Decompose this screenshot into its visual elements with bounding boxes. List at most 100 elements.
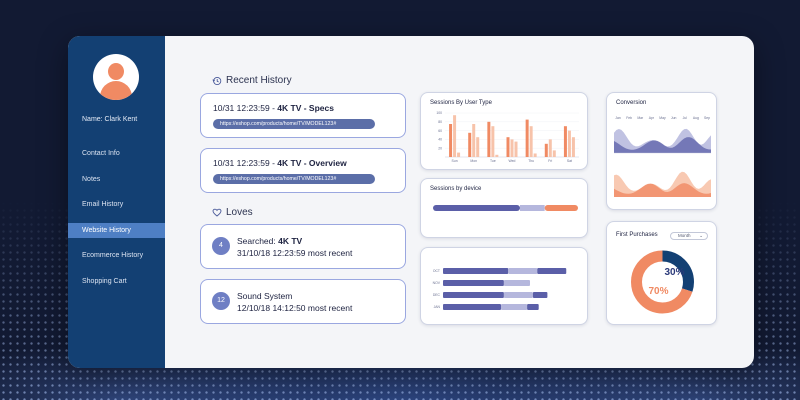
sidebar-item-shopping-cart[interactable]: Shopping Cart — [68, 274, 165, 289]
bar — [472, 124, 476, 157]
conversion-chart: Jan Feb Mar Apr May Jun Jul Aug Sep — [614, 116, 711, 197]
month-bar-segment — [443, 304, 501, 310]
history-icon — [212, 76, 222, 85]
first-purchases-panel: First Purchases Month ⌄ 30% 70% — [606, 221, 717, 325]
heart-icon — [212, 208, 222, 217]
history-url[interactable]: https://eshop.com/products/home/TV/MODEL… — [213, 119, 375, 129]
bar — [533, 153, 537, 157]
sidebar-item-notes[interactable]: Notes — [68, 172, 165, 187]
bar — [544, 143, 548, 157]
bar — [552, 150, 556, 157]
bar — [548, 139, 552, 157]
sidebar: Name: Clark Kent Contact Info Notes Emai… — [68, 36, 165, 368]
love-card[interactable]: 12 Sound System 12/10/18 14:12:50 most r… — [200, 279, 406, 324]
bar — [468, 132, 472, 157]
device-segment — [433, 205, 520, 211]
bar — [571, 137, 575, 157]
month-bar-segment — [508, 268, 538, 274]
bar — [487, 121, 491, 157]
x-tick-label: Fri — [548, 159, 552, 163]
conversion-panel: Conversion Jan Feb Mar Apr May Jun Jul Aug Sep — [606, 92, 717, 210]
device-segment — [520, 205, 545, 211]
recent-history-heading: Recent History — [212, 75, 292, 86]
bar — [529, 126, 533, 157]
x-tick-label: Sun — [452, 159, 458, 163]
x-tick-label: Feb — [626, 116, 632, 120]
y-tick-label: 20 — [438, 146, 442, 150]
donut-label: 70% — [648, 286, 668, 297]
y-tick-label: 80 — [438, 120, 442, 124]
x-tick-label: Jun — [671, 116, 677, 120]
avatar[interactable] — [93, 54, 139, 100]
love-detail: 31/10/18 12:23:59 most recent — [237, 248, 353, 258]
history-card[interactable]: 10/31 12:23:59 - 4K TV - Specs https://e… — [200, 93, 406, 138]
donut-label: 30% — [664, 267, 684, 278]
month-bar-segment — [537, 268, 567, 274]
x-tick-label: Thu — [528, 159, 534, 163]
x-tick-label: Aug — [693, 116, 699, 120]
bar — [476, 137, 480, 157]
x-tick-label: Jul — [683, 116, 688, 120]
monthly-bars-panel: OCT NOV DEC JAN — [420, 247, 588, 325]
month-bar-segment — [443, 292, 504, 298]
count-badge: 4 — [212, 237, 230, 255]
bar — [495, 154, 499, 157]
history-card[interactable]: 10/31 12:23:59 - 4K TV - Overview https:… — [200, 148, 406, 193]
y-tick-label: 40 — [438, 138, 442, 142]
x-tick-label: Wed — [509, 159, 516, 163]
x-tick-label: Sat — [567, 159, 572, 163]
sessions-by-device-chart — [433, 205, 578, 211]
bar — [514, 141, 518, 157]
sidebar-nav: Contact Info Notes Email History Website… — [68, 146, 165, 299]
sidebar-item-ecommerce-history[interactable]: Ecommerce History — [68, 248, 165, 263]
month-bar-segment — [503, 280, 530, 286]
bar — [453, 115, 457, 157]
avatar-body-icon — [100, 81, 132, 100]
y-tick-label: DEC — [433, 293, 441, 297]
y-tick-label: 100 — [436, 111, 442, 115]
bar — [457, 152, 461, 157]
x-tick-label: Mar — [637, 116, 644, 120]
bar — [506, 137, 510, 157]
x-tick-label: Apr — [649, 116, 655, 120]
user-name: Name: Clark Kent — [82, 116, 138, 123]
loves-title: Loves — [226, 207, 253, 218]
bar — [491, 126, 495, 157]
x-tick-label: Sep — [704, 116, 710, 120]
recent-history-title: Recent History — [226, 75, 292, 86]
avatar-head-icon — [108, 63, 124, 80]
app-window: Name: Clark Kent Contact Info Notes Emai… — [68, 36, 754, 368]
month-bar-segment — [527, 304, 539, 310]
love-card[interactable]: 4 Searched: 4K TV 31/10/18 12:23:59 most… — [200, 224, 406, 269]
y-tick-label: JAN — [434, 305, 441, 309]
sidebar-item-website-history[interactable]: Website History — [68, 222, 165, 238]
history-url[interactable]: https://eshop.com/products/home/TV/MODEL… — [213, 174, 375, 184]
y-tick-label: NOV — [433, 281, 441, 285]
love-detail: 12/10/18 14:12:50 most recent — [237, 303, 353, 313]
love-title: Searched: 4K TV — [237, 236, 303, 246]
bar — [563, 126, 567, 157]
x-tick-label: Jan — [615, 116, 621, 120]
sidebar-item-email-history[interactable]: Email History — [68, 197, 165, 212]
month-bar-segment — [443, 280, 504, 286]
first-purchases-chart: 30% 70% — [631, 250, 694, 314]
month-bar-segment — [501, 304, 528, 310]
sidebar-item-contact-info[interactable]: Contact Info — [68, 146, 165, 161]
sessions-by-user-type-panel: Sessions By User Type 100 80 60 40 20 Sun Mon T… — [420, 92, 588, 170]
device-segment — [544, 205, 578, 211]
month-bar-segment — [443, 268, 509, 274]
x-tick-label: May — [659, 116, 666, 120]
month-bar-segment — [503, 292, 533, 298]
sessions-by-user-type-chart: 100 80 60 40 20 Sun Mon Tue Wed Thu Fri Sat — [436, 111, 579, 163]
bar — [567, 130, 571, 157]
monthly-bars-chart: OCT NOV DEC JAN — [433, 268, 567, 310]
sessions-by-device-panel: Sessions by device — [420, 178, 588, 238]
month-bar-segment — [532, 292, 548, 298]
x-tick-label: Mon — [470, 159, 477, 163]
x-tick-label: Tue — [490, 159, 496, 163]
history-entry: 10/31 12:23:59 - 4K TV - Specs — [213, 103, 334, 113]
love-title: Sound System — [237, 291, 293, 301]
bar — [510, 139, 514, 157]
count-badge: 12 — [212, 292, 230, 310]
loves-heading: Loves — [212, 207, 253, 218]
